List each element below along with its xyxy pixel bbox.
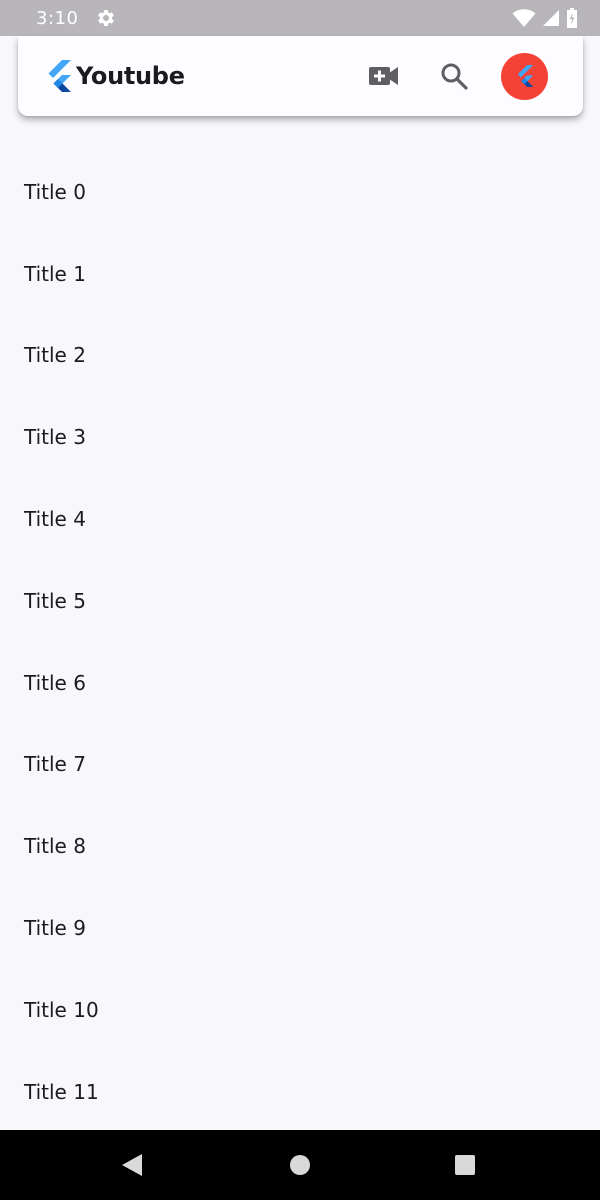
title-list: Title 0 Title 1 Title 2 Title 3 Title 4 …	[0, 151, 600, 1133]
list-item-title: Title 11	[24, 1079, 99, 1104]
list-item[interactable]: Title 3	[0, 396, 600, 478]
status-time: 3:10	[36, 7, 79, 29]
recents-square-icon[interactable]	[435, 1130, 495, 1200]
list-item[interactable]: Title 9	[0, 887, 600, 969]
list-item[interactable]: Title 2	[0, 315, 600, 397]
list-item-title: Title 6	[24, 670, 86, 695]
list-item[interactable]: Title 8	[0, 805, 600, 887]
cell-signal-icon	[542, 9, 560, 27]
list-item-title: Title 5	[24, 588, 86, 613]
search-icon[interactable]	[434, 56, 474, 96]
avatar-flutter-logo-icon	[517, 65, 533, 87]
app-bar-actions	[364, 52, 548, 100]
list-item[interactable]: Title 11	[0, 1051, 600, 1133]
list-item[interactable]: Title 0	[0, 151, 600, 233]
home-circle-icon[interactable]	[270, 1130, 330, 1200]
status-icons	[512, 8, 578, 28]
list-item-title: Title 1	[24, 261, 86, 286]
list-item-title: Title 10	[24, 997, 99, 1022]
screen: 3:10 Youtube Title 0 Title 1 Title 2 Tit…	[0, 0, 600, 1200]
avatar[interactable]	[501, 52, 548, 100]
list-item[interactable]: Title 4	[0, 478, 600, 560]
list-item[interactable]: Title 6	[0, 642, 600, 724]
settings-gear-icon	[96, 8, 116, 28]
battery-charging-icon	[566, 8, 578, 28]
system-nav-bar	[0, 1130, 600, 1200]
list-item[interactable]: Title 7	[0, 724, 600, 806]
list-item-title: Title 0	[24, 179, 86, 204]
status-bar: 3:10	[0, 0, 600, 36]
video-add-icon[interactable]	[364, 56, 404, 96]
list-item[interactable]: Title 5	[0, 560, 600, 642]
flutter-logo-icon	[45, 59, 73, 93]
list-item-title: Title 9	[24, 916, 86, 941]
list-item-title: Title 3	[24, 425, 86, 450]
list-item-title: Title 8	[24, 834, 86, 859]
list-item-title: Title 4	[24, 507, 86, 532]
list-item[interactable]: Title 1	[0, 233, 600, 315]
wifi-icon	[512, 8, 536, 28]
app-bar: Youtube	[18, 36, 583, 116]
list-item-title: Title 2	[24, 343, 86, 368]
app-title: Youtube	[76, 62, 185, 90]
list-item-title: Title 7	[24, 752, 86, 777]
list-item[interactable]: Title 10	[0, 969, 600, 1051]
back-triangle-icon[interactable]	[102, 1130, 162, 1200]
